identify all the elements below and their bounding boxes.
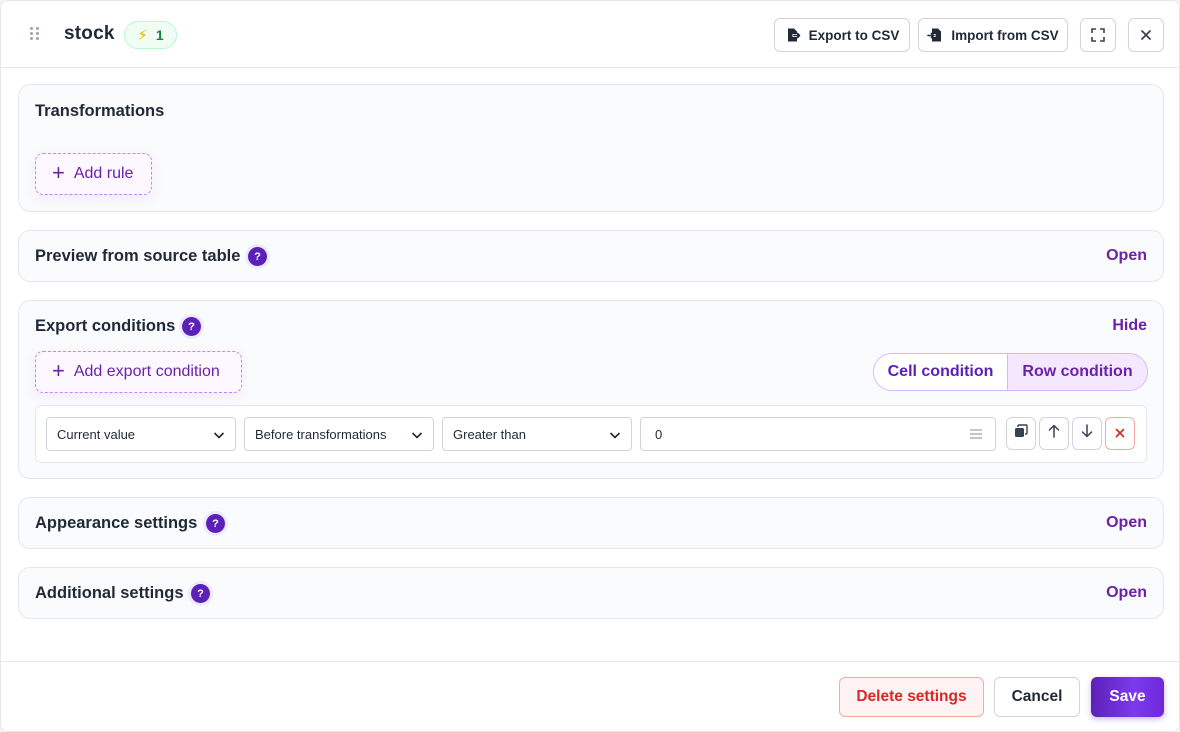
expand-icon (1091, 28, 1105, 42)
drag-handle-icon[interactable] (30, 27, 42, 43)
appearance-title: Appearance settings (35, 514, 198, 532)
save-button[interactable]: Save (1091, 677, 1164, 717)
add-export-condition-button[interactable]: + Add export condition (35, 351, 242, 393)
duplicate-icon (1014, 424, 1028, 443)
export-conditions-hide-link[interactable]: Hide (1112, 317, 1147, 335)
fullscreen-button[interactable] (1080, 18, 1116, 52)
export-csv-label: Export to CSV (808, 27, 900, 43)
file-import-icon (927, 27, 943, 43)
operator-value: Greater than (453, 426, 526, 442)
settings-modal: stock ⚡ 1 Export to CSV Import from CSV (0, 0, 1180, 732)
chevron-down-icon (411, 429, 423, 444)
help-icon[interactable]: ? (182, 317, 201, 336)
help-icon[interactable]: ? (206, 514, 225, 533)
rule-count-badge: ⚡ 1 (124, 21, 177, 49)
delete-settings-button[interactable]: Delete settings (839, 677, 984, 717)
transformation-stage-select[interactable]: Before transformations (244, 417, 434, 451)
help-icon[interactable]: ? (248, 247, 267, 266)
chevron-down-icon (213, 429, 225, 444)
arrow-down-icon (1081, 424, 1093, 443)
modal-footer: Delete settings Cancel Save (1, 661, 1179, 731)
additional-settings-title: Additional settings (35, 584, 184, 602)
export-conditions-title: Export conditions (35, 317, 176, 335)
help-icon[interactable]: ? (191, 584, 210, 603)
preview-title: Preview from source table (35, 247, 241, 265)
duplicate-condition-button[interactable] (1006, 417, 1036, 450)
cancel-button[interactable]: Cancel (994, 677, 1080, 717)
move-down-button[interactable] (1072, 417, 1102, 450)
import-csv-button[interactable]: Import from CSV (918, 18, 1068, 52)
add-rule-button[interactable]: + Add rule (35, 153, 152, 195)
menu-lines-icon[interactable] (969, 428, 983, 443)
lightning-icon: ⚡ (137, 27, 148, 44)
file-export-icon (785, 27, 801, 43)
modal-header: stock ⚡ 1 Export to CSV Import from CSV (1, 1, 1179, 68)
close-icon (1140, 29, 1152, 41)
value-source-select[interactable]: Current value (46, 417, 236, 451)
plus-icon: + (52, 358, 65, 383)
delete-x-icon (1115, 425, 1125, 443)
condition-value: 0 (655, 426, 663, 442)
appearance-section: Appearance settings ? Open (18, 497, 1164, 549)
modal-title: stock (64, 23, 115, 44)
condition-row: Current value Before transformations Gre… (35, 405, 1147, 463)
chevron-down-icon (609, 429, 621, 444)
transformations-section: Transformations + Add rule (18, 84, 1164, 212)
condition-value-input[interactable]: 0 (640, 417, 996, 451)
badge-count: 1 (155, 27, 164, 43)
transformations-title: Transformations (35, 102, 165, 120)
additional-settings-section: Additional settings ? Open (18, 567, 1164, 619)
tab-row-condition[interactable]: Row condition (1008, 354, 1147, 390)
preview-section: Preview from source table ? Open (18, 230, 1164, 282)
operator-select[interactable]: Greater than (442, 417, 632, 451)
tab-cell-condition[interactable]: Cell condition (874, 354, 1008, 390)
move-up-button[interactable] (1039, 417, 1069, 450)
appearance-open-link[interactable]: Open (1106, 514, 1147, 532)
preview-open-link[interactable]: Open (1106, 247, 1147, 265)
transformation-stage-value: Before transformations (255, 426, 387, 442)
plus-icon: + (52, 160, 65, 185)
additional-settings-open-link[interactable]: Open (1106, 584, 1147, 602)
add-rule-label: Add rule (73, 165, 134, 182)
delete-condition-button[interactable] (1105, 417, 1135, 450)
export-csv-button[interactable]: Export to CSV (774, 18, 910, 52)
close-button[interactable] (1128, 18, 1164, 52)
arrow-up-icon (1048, 424, 1060, 443)
export-conditions-section: Export conditions ? Hide + Add export co… (18, 300, 1164, 479)
value-source-value: Current value (57, 426, 136, 442)
condition-mode-toggle: Cell condition Row condition (873, 353, 1148, 391)
import-csv-label: Import from CSV (951, 27, 1059, 43)
add-export-condition-label: Add export condition (73, 363, 220, 380)
